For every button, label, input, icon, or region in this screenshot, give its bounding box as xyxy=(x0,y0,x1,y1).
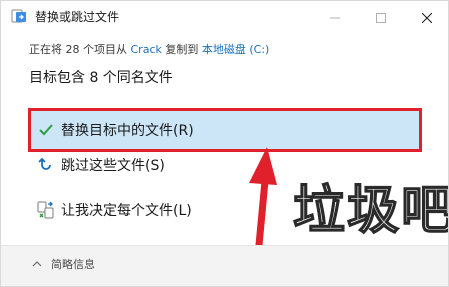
source-folder-link[interactable]: Crack xyxy=(131,43,162,56)
file-move-icon xyxy=(11,8,27,24)
decide-each-file-label: 让我决定每个文件(L) xyxy=(61,203,192,219)
close-icon xyxy=(421,8,433,27)
minimize-button[interactable] xyxy=(312,1,358,33)
status-prefix: 正在将 28 个项目从 xyxy=(29,43,127,56)
replace-or-skip-dialog: 替换或跳过文件 正在将 28 个项目从 Crack 复制到 本地磁盘 (C:) … xyxy=(0,0,449,287)
details-toggle-button[interactable]: 简略信息 xyxy=(31,256,95,272)
conflict-headline: 目标包含 8 个同名文件 xyxy=(29,70,173,86)
minimize-icon xyxy=(330,8,340,27)
watermark-text: 垃圾吧 xyxy=(292,179,449,242)
details-toggle-label: 简略信息 xyxy=(51,258,95,271)
skip-files-label: 跳过这些文件(S) xyxy=(61,158,165,174)
annotation-arrow-icon xyxy=(249,147,277,249)
close-button[interactable] xyxy=(404,1,448,33)
compare-files-icon xyxy=(35,201,57,219)
replace-files-label: 替换目标中的文件(R) xyxy=(61,123,194,139)
checkmark-icon xyxy=(35,121,57,139)
destination-folder-link[interactable]: 本地磁盘 (C:) xyxy=(202,43,269,56)
maximize-icon xyxy=(376,8,386,27)
copy-status-line: 正在将 28 个项目从 Crack 复制到 本地磁盘 (C:) xyxy=(29,41,269,59)
window-title: 替换或跳过文件 xyxy=(35,10,120,24)
status-middle: 复制到 xyxy=(165,43,199,56)
title-bar: 替换或跳过文件 xyxy=(1,1,448,33)
maximize-button[interactable] xyxy=(358,1,404,33)
skip-arrow-icon xyxy=(35,156,57,174)
chevron-up-icon xyxy=(31,258,43,270)
